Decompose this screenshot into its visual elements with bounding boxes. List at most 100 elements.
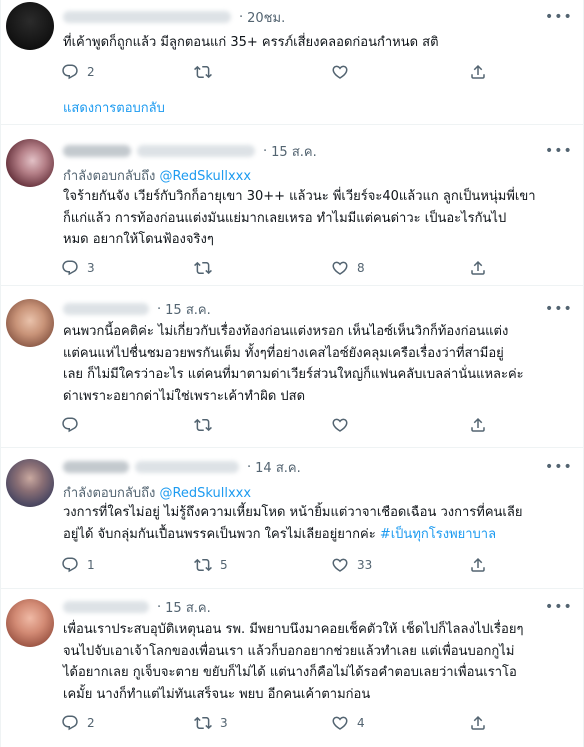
reply-icon: [61, 259, 79, 277]
tweet-actions: 1 5 33: [61, 555, 501, 575]
reply-button[interactable]: [61, 415, 87, 435]
tweet-text-line: จนไปจับเอาเจ้าโลกของเพื่อนเรา แล้วก็บอกอ…: [63, 643, 515, 659]
reply-icon: [61, 714, 79, 732]
retweet-icon: [194, 714, 212, 732]
tweet-actions: 2 3 4: [61, 713, 501, 733]
reply-count: 2: [87, 716, 95, 730]
tweet-text-line: เพื่อนเราประสบอุบัติเหตุนอน รพ. มีพยาบนึ…: [63, 622, 524, 637]
timestamp[interactable]: 15 ส.ค.: [165, 597, 211, 618]
more-horizontal-icon[interactable]: •••: [545, 459, 572, 475]
redacted-username: [63, 303, 149, 315]
retweet-count: 3: [220, 716, 228, 730]
retweet-button[interactable]: 5: [194, 555, 228, 575]
timeline: · 20ชม. ••• ที่เค้าพูดก็ถูกแล้ว มีลูกตอน…: [0, 0, 584, 747]
reply-button[interactable]: 1: [61, 555, 95, 575]
heart-icon: [331, 714, 349, 732]
tweet[interactable]: · 20ชม. ••• ที่เค้าพูดก็ถูกแล้ว มีลูกตอน…: [1, 0, 584, 124]
avatar[interactable]: [6, 2, 54, 50]
like-count: 8: [357, 261, 365, 275]
redacted-username: [137, 145, 255, 157]
tweet[interactable]: · 14 ส.ค. ••• กำลังตอบกลับถึง @RedSkullx…: [1, 448, 584, 588]
mention-link[interactable]: @RedSkullxxx: [159, 486, 251, 501]
timestamp[interactable]: 15 ส.ค.: [165, 299, 211, 320]
heart-icon: [331, 556, 349, 574]
tweet-text-segment: อยู่ได้ จับกลุ่มกันเปื้อนพรรคเป็นพวก ใคร…: [63, 526, 380, 542]
like-button[interactable]: 8: [331, 258, 365, 278]
tweet-text-line: เคมั้ย นางก็ทำแต่ไม่ทันเสร็จนะ พยบ อีกคน…: [63, 686, 371, 702]
retweet-button[interactable]: [194, 415, 220, 435]
tweet[interactable]: · 15 ส.ค. ••• คนพวกนี้อคติค่ะ ไม่เกี่ยวก…: [1, 286, 584, 447]
retweet-button[interactable]: [194, 258, 220, 278]
share-button[interactable]: [469, 258, 487, 278]
tweet-actions: 3 8: [61, 258, 501, 278]
reply-count: 3: [87, 261, 95, 275]
reply-icon: [61, 63, 79, 81]
tweet-actions: [61, 415, 501, 435]
tweet-text-line: แต่คนแห่ไปชื่นชมอวยพรกันเต็ม ทั้งๆที่อย่…: [63, 345, 504, 361]
avatar[interactable]: [6, 599, 54, 647]
timestamp[interactable]: 15 ส.ค.: [271, 141, 317, 162]
replying-to: กำลังตอบกลับถึง @RedSkullxxx: [63, 165, 251, 186]
timestamp[interactable]: 20ชม.: [247, 7, 285, 28]
retweet-button[interactable]: [194, 62, 220, 82]
tweet-header: · 14 ส.ค.: [63, 458, 301, 476]
hashtag-link[interactable]: #เป็นทุกโรงพยาบาล: [380, 527, 496, 542]
retweet-icon: [194, 556, 212, 574]
tweet-text: เพื่อนเราประสบอุบัติเหตุนอน รพ. มีพยาบนึ…: [63, 619, 571, 705]
share-button[interactable]: [469, 415, 487, 435]
share-icon: [469, 63, 487, 81]
avatar[interactable]: [6, 459, 54, 507]
timestamp[interactable]: 14 ส.ค.: [255, 457, 301, 478]
tweet-text: คนพวกนี้อคติค่ะ ไม่เกี่ยวกับเรื่องท้องก่…: [63, 321, 571, 407]
more-horizontal-icon[interactable]: •••: [545, 9, 572, 25]
like-count: 4: [357, 716, 365, 730]
share-button[interactable]: [469, 713, 487, 733]
redacted-display-name: [63, 145, 131, 157]
retweet-count: 5: [220, 558, 228, 572]
like-button[interactable]: [331, 62, 357, 82]
avatar[interactable]: [6, 139, 54, 187]
tweet-actions: 2: [61, 62, 501, 82]
redacted-display-name: [63, 461, 129, 473]
like-button[interactable]: 4: [331, 713, 365, 733]
like-button[interactable]: [331, 415, 357, 435]
redacted-username: [63, 601, 149, 613]
tweet[interactable]: · 15 ส.ค. ••• เพื่อนเราประสบอุบัติเหตุนอ…: [1, 589, 584, 747]
share-icon: [469, 259, 487, 277]
reply-count: 1: [87, 558, 95, 572]
like-button[interactable]: 33: [331, 555, 372, 575]
show-replies-link[interactable]: แสดงการตอบกลับ: [63, 97, 165, 118]
heart-icon: [331, 416, 349, 434]
retweet-icon: [194, 416, 212, 434]
tweet-text: ที่เค้าพูดก็ถูกแล้ว มีลูกตอนแก่ 35+ ครรภ…: [63, 35, 439, 50]
tweet-text-line: ก็แก่แล้ว การท้องก่อนแต่งมันแย่มากเลยเหร…: [63, 210, 507, 226]
heart-icon: [331, 259, 349, 277]
tweet-header: · 20ชม.: [63, 8, 285, 26]
reply-button[interactable]: 2: [61, 713, 95, 733]
more-horizontal-icon[interactable]: •••: [545, 143, 572, 159]
reply-count: 2: [87, 65, 95, 79]
separator-dot: ·: [157, 301, 162, 317]
replying-to: กำลังตอบกลับถึง @RedSkullxxx: [63, 482, 251, 503]
tweet-text-line: ใจร้ายกันจัง เวียร์กับวิกก็อายุเขา 30++ …: [63, 189, 536, 204]
tweet-text-line: หมด อยากให้โดนฟ้องจริงๆ: [63, 232, 214, 247]
reply-icon: [61, 416, 79, 434]
reply-button[interactable]: 3: [61, 258, 95, 278]
separator-dot: ·: [247, 459, 252, 475]
tweet-text: ใจร้ายกันจัง เวียร์กับวิกก็อายุเขา 30++ …: [63, 186, 571, 251]
retweet-button[interactable]: 3: [194, 713, 228, 733]
share-button[interactable]: [469, 62, 487, 82]
share-icon: [469, 416, 487, 434]
share-button[interactable]: [469, 555, 487, 575]
mention-link[interactable]: @RedSkullxxx: [159, 169, 251, 184]
tweet[interactable]: · 15 ส.ค. ••• กำลังตอบกลับถึง @RedSkullx…: [1, 125, 584, 285]
avatar[interactable]: [6, 299, 54, 347]
separator-dot: ·: [263, 143, 268, 159]
tweet-header: · 15 ส.ค.: [63, 598, 211, 616]
reply-button[interactable]: 2: [61, 62, 95, 82]
tweet-text-line: คนพวกนี้อคติค่ะ ไม่เกี่ยวกับเรื่องท้องก่…: [63, 324, 509, 339]
tweet-text-line: อยู่ได้ จับกลุ่มกันเปื้อนพรรคเป็นพวก ใคร…: [63, 524, 571, 546]
replying-to-label: กำลังตอบกลับถึง: [63, 169, 160, 184]
more-horizontal-icon[interactable]: •••: [545, 599, 572, 615]
more-horizontal-icon[interactable]: •••: [545, 301, 572, 317]
